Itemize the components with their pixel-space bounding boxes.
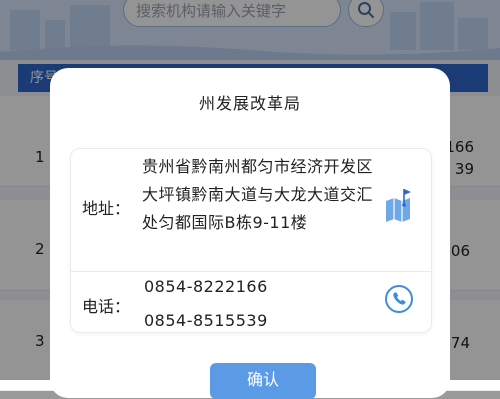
agency-detail-modal: 州发展改革局 地址： 贵州省黔南州都匀市经济开发区大坪镇黔南大道与大龙大道交汇处…	[50, 68, 450, 399]
card-divider	[71, 271, 431, 272]
phone-call-icon[interactable]	[384, 284, 414, 314]
map-navigation-icon[interactable]	[384, 187, 414, 223]
phone-label: 电话：	[82, 297, 131, 316]
phone-number[interactable]: 0854-8515539	[144, 311, 268, 330]
phone-number[interactable]: 0854-8222166	[144, 277, 268, 296]
confirm-button[interactable]: 确认	[210, 363, 316, 399]
modal-title: 州发展改革局	[198, 94, 301, 113]
address-label: 地址：	[82, 199, 131, 218]
info-card: 地址： 贵州省黔南州都匀市经济开发区大坪镇黔南大道与大龙大道交汇处匀都国际B栋9…	[70, 148, 432, 333]
address-text: 贵州省黔南州都匀市经济开发区大坪镇黔南大道与大龙大道交汇处匀都国际B栋9-11楼	[142, 157, 374, 232]
